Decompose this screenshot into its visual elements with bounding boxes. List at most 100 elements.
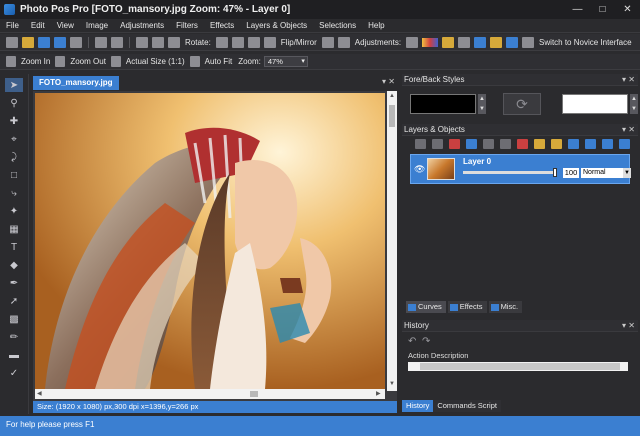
menu-adjustments[interactable]: Adjustments: [114, 21, 170, 30]
menu-help[interactable]: Help: [362, 21, 390, 30]
zoom-out-icon[interactable]: [55, 56, 66, 67]
background-color-swatch[interactable]: [562, 94, 628, 114]
move-to-bottom-icon[interactable]: [619, 139, 630, 149]
history-scroll-thumb[interactable]: [420, 363, 620, 370]
zoom-tool-icon[interactable]: ⚲: [5, 96, 23, 110]
history-scrollbar[interactable]: [408, 362, 628, 371]
visibility-eye-icon[interactable]: 👁: [414, 164, 425, 175]
switch-interface-icon[interactable]: [522, 36, 535, 48]
eyedropper-tool-icon[interactable]: ✓: [5, 366, 23, 380]
copy-icon[interactable]: [152, 36, 164, 48]
document-tab[interactable]: FOTO_mansory.jpg: [33, 76, 119, 90]
print-icon[interactable]: [70, 36, 82, 48]
new-layer-icon[interactable]: [415, 139, 426, 149]
line-tool-icon[interactable]: ➚: [5, 294, 23, 308]
ungroup-icon[interactable]: [551, 139, 562, 149]
rect-select-tool-icon[interactable]: □: [5, 168, 23, 182]
layer-properties-icon[interactable]: [466, 139, 477, 149]
menu-layers-objects[interactable]: Layers & Objects: [240, 21, 313, 30]
minimize-icon[interactable]: —: [565, 0, 590, 19]
panel-menu-icon[interactable]: ▾ ✕: [622, 124, 635, 136]
panel-menu-icon[interactable]: ▾ ✕: [622, 74, 635, 86]
menu-view[interactable]: View: [51, 21, 80, 30]
blend-mode-select[interactable]: Normal: [581, 168, 623, 178]
merge-layer-icon[interactable]: [483, 139, 494, 149]
eraser-tool-icon[interactable]: ▬: [5, 348, 23, 362]
zoom-in-icon[interactable]: [6, 56, 16, 67]
cut-icon[interactable]: [136, 36, 148, 48]
opacity-slider[interactable]: [463, 168, 557, 177]
menu-selections[interactable]: Selections: [313, 21, 362, 30]
menu-file[interactable]: File: [0, 21, 25, 30]
flip-icon[interactable]: [321, 36, 334, 48]
new-file-icon[interactable]: [6, 36, 18, 48]
save-icon[interactable]: [38, 36, 50, 48]
auto-enhance-icon[interactable]: [458, 36, 471, 48]
contrast-icon[interactable]: [406, 36, 419, 48]
scroll-right-icon[interactable]: ▶: [376, 390, 381, 397]
chevron-down-icon[interactable]: ▼: [623, 168, 631, 178]
tab-curves[interactable]: Curves: [406, 301, 446, 313]
tab-commands-script[interactable]: Commands Script: [433, 400, 501, 412]
paste-icon[interactable]: [168, 36, 180, 48]
move-layer-up-icon[interactable]: [585, 139, 596, 149]
layer-mask-icon[interactable]: [517, 139, 528, 149]
text-tool-icon[interactable]: T: [5, 240, 23, 254]
history-undo-icon[interactable]: ↶: [408, 336, 416, 347]
switch-novice-button[interactable]: Switch to Novice Interface: [539, 38, 631, 47]
auto-fit-icon[interactable]: [189, 56, 200, 67]
move-to-top-icon[interactable]: [602, 139, 613, 149]
swap-colors-icon[interactable]: ⟳: [503, 93, 541, 115]
group-icon[interactable]: [534, 139, 545, 149]
image-effects-icon[interactable]: [506, 36, 519, 48]
open-folder-icon[interactable]: [22, 36, 34, 48]
close-icon[interactable]: ✕: [615, 0, 640, 19]
undo-icon[interactable]: [95, 36, 107, 48]
panel-controls-icon[interactable]: ▾ ✕: [382, 77, 395, 86]
history-item[interactable]: Action Description: [408, 350, 628, 362]
menu-edit[interactable]: Edit: [25, 21, 51, 30]
layer-row[interactable]: 👁 Layer 0 100 Normal ▼: [410, 154, 631, 184]
delete-layer-icon[interactable]: [449, 139, 460, 149]
magic-wand-tool-icon[interactable]: ✦: [5, 204, 23, 218]
zoom-out-button[interactable]: Zoom Out: [70, 57, 106, 66]
scroll-up-icon[interactable]: ▲: [389, 93, 395, 99]
panel-menu-icon[interactable]: ▾ ✕: [622, 320, 635, 332]
rotate-free-icon[interactable]: [263, 36, 276, 48]
vertical-scrollbar[interactable]: ▲ ▼: [387, 91, 397, 391]
auto-fit-button[interactable]: Auto Fit: [205, 57, 233, 66]
rotate-180-icon[interactable]: [247, 36, 260, 48]
pen-tool-icon[interactable]: ✒: [5, 276, 23, 290]
zoom-in-button[interactable]: Zoom In: [21, 57, 50, 66]
tab-effects[interactable]: Effects: [447, 301, 487, 313]
move-layer-down-icon[interactable]: [568, 139, 579, 149]
select-tool-icon[interactable]: ▦: [5, 222, 23, 236]
photo-effects-icon[interactable]: [490, 36, 503, 48]
fore-options-icon[interactable]: ▲: [478, 94, 486, 104]
horizontal-scroll-thumb[interactable]: [250, 391, 258, 397]
duplicate-layer-icon[interactable]: [432, 139, 443, 149]
fill-tool-icon[interactable]: ▩: [5, 312, 23, 326]
saturation-icon[interactable]: [474, 36, 487, 48]
foreground-color-swatch[interactable]: [410, 94, 476, 114]
tab-misc[interactable]: Misc.: [488, 301, 523, 313]
photo-canvas[interactable]: [35, 93, 385, 389]
straighten-tool-icon[interactable]: ⤸: [5, 150, 23, 164]
canvas-area[interactable]: ▲ ▼ ◀ ▶: [33, 91, 397, 401]
opacity-slider-thumb[interactable]: [553, 168, 557, 177]
crop-tool-icon[interactable]: ⌖: [5, 132, 23, 146]
save-as-icon[interactable]: [54, 36, 66, 48]
color-balance-icon[interactable]: [422, 37, 439, 47]
vertical-scroll-thumb[interactable]: [389, 105, 395, 127]
flatten-icon[interactable]: [500, 139, 511, 149]
menu-image[interactable]: Image: [80, 21, 114, 30]
redo-icon[interactable]: [111, 36, 123, 48]
fore-dropdown-icon[interactable]: ▼: [478, 104, 486, 114]
move-tool-icon[interactable]: ➤: [5, 78, 23, 92]
brush-tool-icon[interactable]: ✏: [5, 330, 23, 344]
levels-icon[interactable]: [442, 36, 455, 48]
zoom-dropdown[interactable]: 47%: [263, 56, 308, 67]
shape-tool-icon[interactable]: ◆: [5, 258, 23, 272]
back-options-icon[interactable]: ▲: [630, 94, 638, 104]
actual-size-icon[interactable]: [110, 56, 121, 67]
